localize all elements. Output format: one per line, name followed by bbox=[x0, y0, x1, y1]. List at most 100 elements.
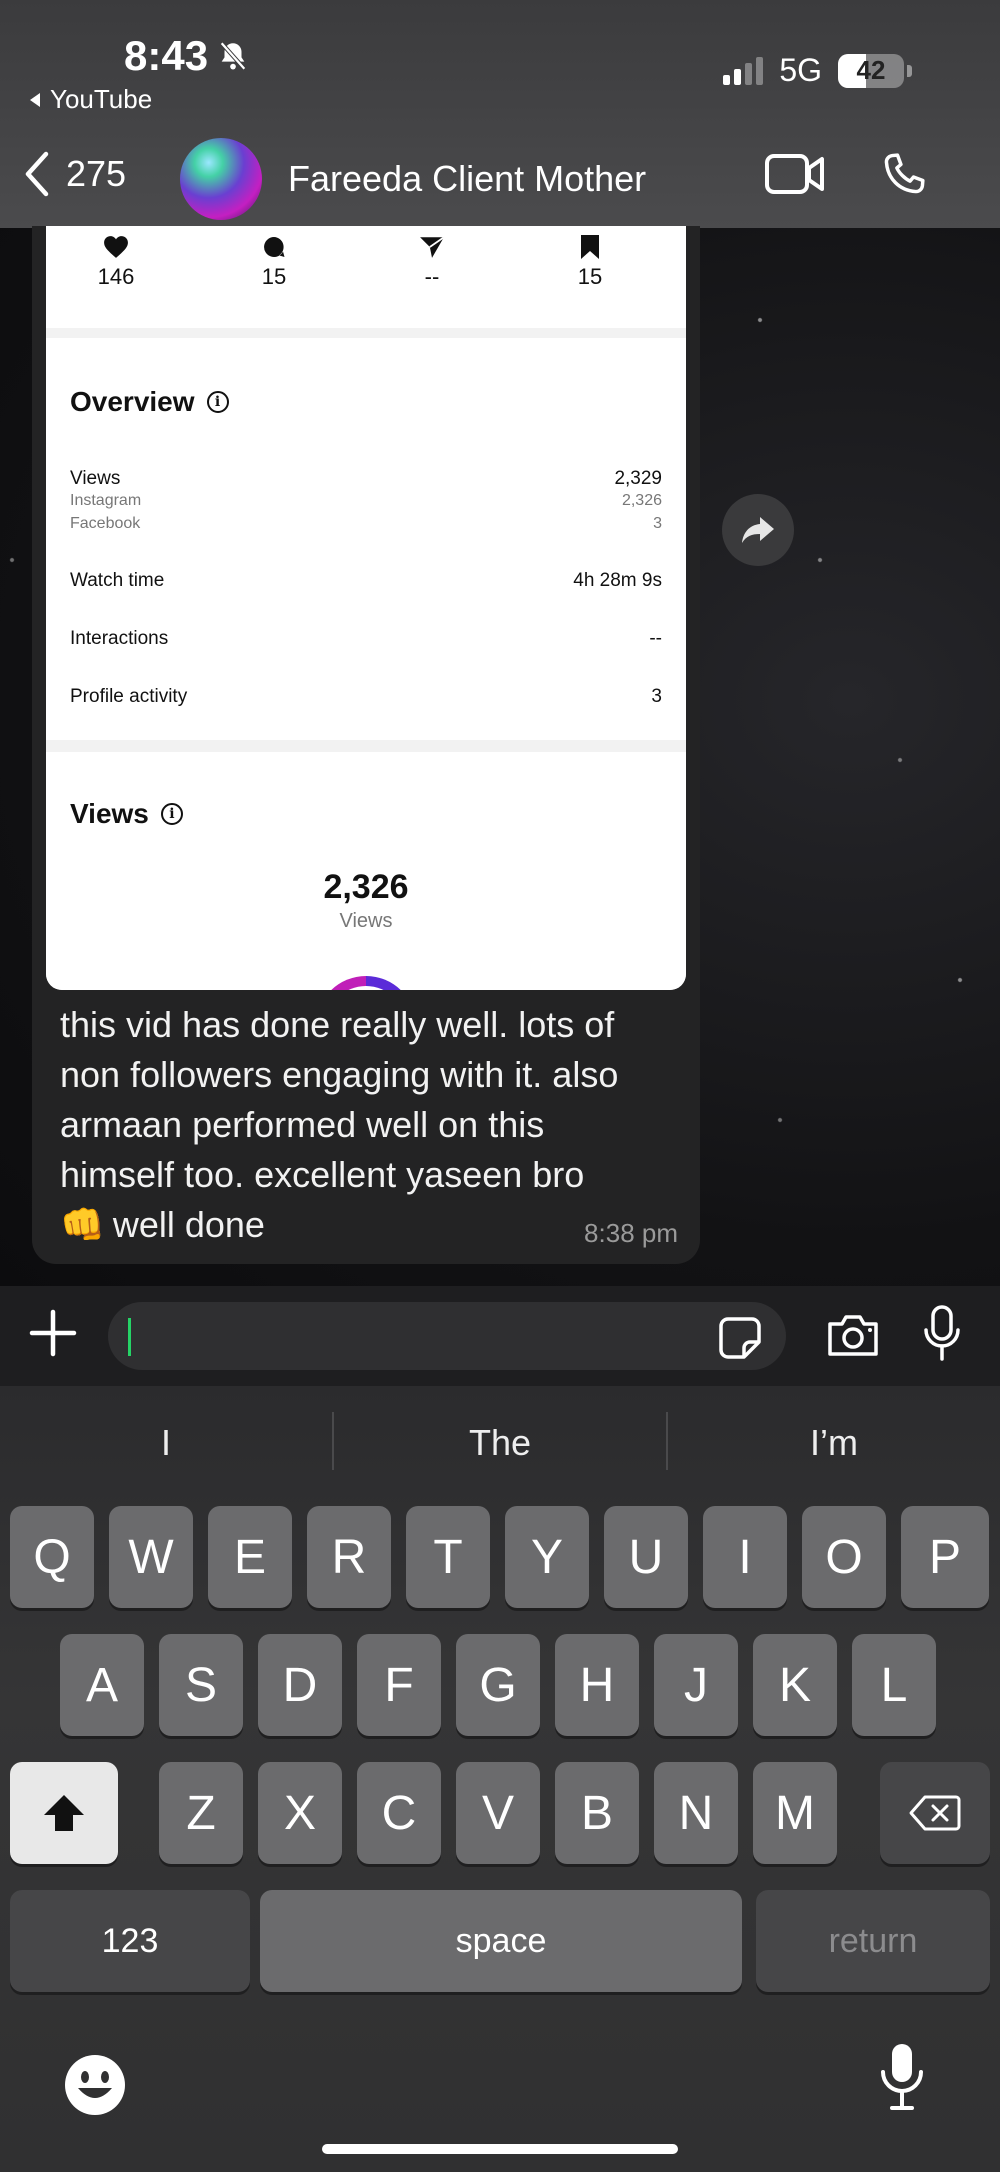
key-x[interactable]: X bbox=[258, 1762, 342, 1864]
key-i[interactable]: I bbox=[703, 1506, 787, 1608]
key-e[interactable]: E bbox=[208, 1506, 292, 1608]
instagram-label: Instagram bbox=[70, 492, 142, 509]
stat-comments: 15 bbox=[214, 234, 334, 290]
shift-key[interactable] bbox=[10, 1762, 118, 1864]
message-line-end: well done bbox=[112, 1204, 265, 1245]
signal-icon bbox=[723, 56, 764, 85]
key-v[interactable]: V bbox=[456, 1762, 540, 1864]
stat-likes: 146 bbox=[56, 234, 176, 290]
overview-panel: Overview i Views 2,329 Instagram 2,326 F… bbox=[46, 338, 686, 740]
watch-time-value: 4h 28m 9s bbox=[573, 570, 662, 591]
battery-percent: 42 bbox=[856, 55, 886, 85]
chat-header: 275 Fareeda Client Mother bbox=[0, 130, 1000, 226]
keyboard: I The I’m Q W E R T Y U I O P A S D F G … bbox=[0, 1386, 1000, 2172]
message-line: this vid has done really well. lots of bbox=[60, 1004, 615, 1045]
instagram-value: 2,326 bbox=[621, 492, 662, 509]
phone-icon[interactable] bbox=[878, 148, 930, 200]
key-w[interactable]: W bbox=[109, 1506, 193, 1608]
chevron-left-icon bbox=[25, 151, 49, 197]
key-k[interactable]: K bbox=[753, 1634, 837, 1736]
suggestion-1[interactable]: I bbox=[0, 1422, 332, 1464]
top-area: 8:43 YouTube 5G 42 275 Fareeda Client Mo… bbox=[0, 0, 1000, 228]
likes-count: 146 bbox=[97, 264, 135, 289]
numbers-key[interactable]: 123 bbox=[10, 1890, 250, 1992]
suggestion-bar: I The I’m bbox=[0, 1386, 1000, 1498]
home-indicator[interactable] bbox=[322, 2144, 678, 2154]
stat-saves: 15 bbox=[530, 234, 650, 290]
views-section-title-text: Views bbox=[70, 798, 149, 829]
key-a[interactable]: A bbox=[60, 1634, 144, 1736]
profile-activity-label: Profile activity bbox=[70, 686, 188, 707]
shift-arrow-icon bbox=[44, 1795, 84, 1831]
shares-count: -- bbox=[424, 264, 440, 289]
space-key[interactable]: space bbox=[260, 1890, 742, 1992]
microphone-icon[interactable] bbox=[922, 1304, 962, 1364]
key-h[interactable]: H bbox=[555, 1634, 639, 1736]
views-label: Views bbox=[70, 468, 121, 489]
info-icon: i bbox=[206, 391, 229, 413]
key-s[interactable]: S bbox=[159, 1634, 243, 1736]
message-bubble[interactable]: 146 15 -- 15 Overview i Views 2,329 Inst… bbox=[32, 226, 700, 1264]
battery-icon: 42 bbox=[838, 53, 912, 88]
views-panel: Views i 2,326 Views bbox=[46, 752, 686, 990]
key-b[interactable]: B bbox=[555, 1762, 639, 1864]
saves-count: 15 bbox=[577, 264, 603, 289]
message-text: this vid has done really well. lots of n… bbox=[60, 1000, 680, 1250]
plus-icon[interactable] bbox=[28, 1308, 78, 1358]
shared-screenshot-image[interactable]: 146 15 -- 15 Overview i Views 2,329 Inst… bbox=[46, 226, 686, 990]
comments-count: 15 bbox=[261, 264, 287, 289]
back-app-label: YouTube bbox=[50, 84, 153, 114]
dictation-icon[interactable] bbox=[878, 2042, 926, 2112]
key-y[interactable]: Y bbox=[505, 1506, 589, 1608]
key-u[interactable]: U bbox=[604, 1506, 688, 1608]
stat-shares: -- bbox=[372, 234, 492, 290]
return-key[interactable]: return bbox=[756, 1890, 990, 1992]
back-button[interactable]: 275 bbox=[22, 150, 126, 198]
views-total-label: Views bbox=[339, 910, 393, 932]
suggestion-2[interactable]: The bbox=[334, 1422, 666, 1464]
key-q[interactable]: Q bbox=[10, 1506, 94, 1608]
message-input-bar bbox=[0, 1286, 1000, 1386]
comment-icon bbox=[264, 237, 285, 257]
key-r[interactable]: R bbox=[307, 1506, 391, 1608]
camera-icon[interactable] bbox=[826, 1312, 880, 1358]
key-z[interactable]: Z bbox=[159, 1762, 243, 1864]
key-n[interactable]: N bbox=[654, 1762, 738, 1864]
key-d[interactable]: D bbox=[258, 1634, 342, 1736]
key-f[interactable]: F bbox=[357, 1634, 441, 1736]
contact-name[interactable]: Fareeda Client Mother bbox=[288, 158, 646, 200]
backspace-icon bbox=[909, 1795, 961, 1831]
message-input[interactable] bbox=[108, 1302, 786, 1370]
suggestion-3[interactable]: I’m bbox=[668, 1422, 1000, 1464]
status-time-text: 8:43 bbox=[124, 32, 209, 79]
key-l[interactable]: L bbox=[852, 1634, 936, 1736]
forward-button[interactable] bbox=[722, 494, 794, 566]
views-value: 2,329 bbox=[614, 468, 662, 489]
key-g[interactable]: G bbox=[456, 1634, 540, 1736]
overview-title-text: Overview bbox=[70, 386, 195, 417]
fist-emoji: 👊 bbox=[60, 1204, 105, 1245]
message-line: himself too. excellent yaseen bro bbox=[60, 1154, 585, 1195]
video-call-icon[interactable] bbox=[764, 152, 826, 196]
profile-activity-value: 3 bbox=[651, 686, 662, 707]
key-o[interactable]: O bbox=[802, 1506, 886, 1608]
key-j[interactable]: J bbox=[654, 1634, 738, 1736]
key-c[interactable]: C bbox=[357, 1762, 441, 1864]
network-type: 5G bbox=[779, 52, 822, 88]
views-section-title: Views i bbox=[70, 798, 183, 830]
interactions-value: -- bbox=[649, 628, 662, 649]
views-total: 2,326 bbox=[323, 868, 409, 906]
key-p[interactable]: P bbox=[901, 1506, 989, 1608]
sticker-icon[interactable] bbox=[718, 1316, 762, 1360]
backspace-key[interactable] bbox=[880, 1762, 990, 1864]
key-m[interactable]: M bbox=[753, 1762, 837, 1864]
unread-count: 275 bbox=[66, 153, 127, 194]
send-icon bbox=[420, 236, 445, 258]
back-to-app-button[interactable]: YouTube bbox=[28, 84, 152, 115]
back-triangle-icon bbox=[30, 92, 40, 107]
emoji-keyboard-icon[interactable] bbox=[62, 2052, 128, 2118]
status-right: 5G 42 bbox=[723, 52, 912, 89]
avatar[interactable] bbox=[180, 138, 262, 220]
key-t[interactable]: T bbox=[406, 1506, 490, 1608]
bookmark-icon bbox=[581, 235, 599, 259]
